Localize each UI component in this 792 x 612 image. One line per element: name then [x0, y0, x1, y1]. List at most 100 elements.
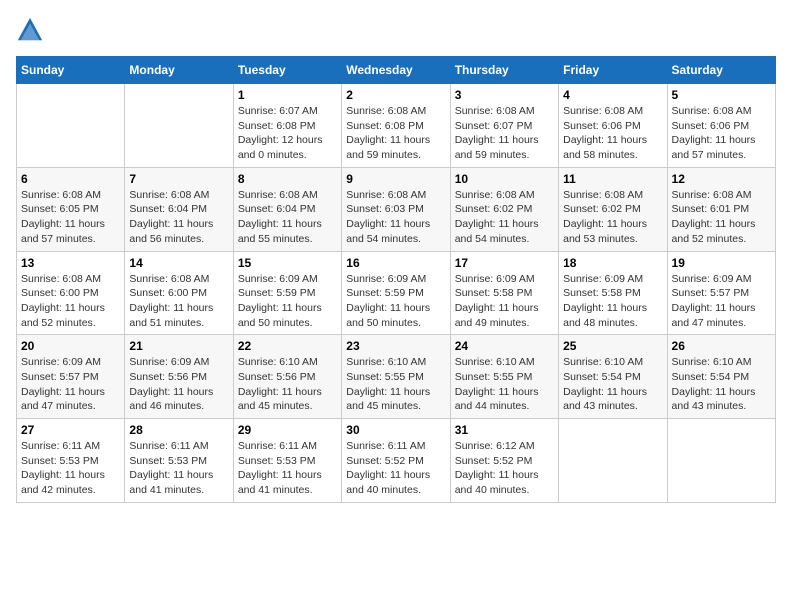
calendar-week-2: 6 Sunrise: 6:08 AM Sunset: 6:05 PM Daylig…: [17, 167, 776, 251]
calendar-cell: 25 Sunrise: 6:10 AM Sunset: 5:54 PM Dayli…: [559, 335, 667, 419]
calendar-cell: 20Sunrise: 6:09 AM Sunset: 5:57 PM Dayli…: [17, 335, 125, 419]
calendar-cell: 31Sunrise: 6:12 AM Sunset: 5:52 PM Dayli…: [450, 419, 558, 503]
day-number: 7: [129, 172, 228, 186]
day-number: 16: [346, 256, 445, 270]
day-detail: Sunrise: 6:09 AM Sunset: 5:59 PM Dayligh…: [238, 272, 337, 331]
day-number: 14: [129, 256, 228, 270]
calendar-cell: [559, 419, 667, 503]
logo: [16, 16, 48, 44]
calendar-cell: 26 Sunrise: 6:10 AM Sunset: 5:54 PM Dayli…: [667, 335, 775, 419]
day-detail: Sunrise: 6:09 AM Sunset: 5:57 PM Dayligh…: [672, 272, 771, 331]
calendar-cell: 10 Sunrise: 6:08 AM Sunset: 6:02 PM Dayli…: [450, 167, 558, 251]
calendar-cell: 4 Sunrise: 6:08 AM Sunset: 6:06 PM Daylig…: [559, 84, 667, 168]
calendar-header: SundayMondayTuesdayWednesdayThursdayFrid…: [17, 57, 776, 84]
day-number: 11: [563, 172, 662, 186]
calendar-cell: 3 Sunrise: 6:08 AM Sunset: 6:07 PM Daylig…: [450, 84, 558, 168]
day-number: 23: [346, 339, 445, 353]
calendar-cell: 28 Sunrise: 6:11 AM Sunset: 5:53 PM Dayli…: [125, 419, 233, 503]
day-number: 24: [455, 339, 554, 353]
day-detail: Sunrise: 6:11 AM Sunset: 5:53 PM Dayligh…: [238, 439, 337, 498]
day-of-week-wednesday: Wednesday: [342, 57, 450, 84]
day-number: 30: [346, 423, 445, 437]
day-number: 5: [672, 88, 771, 102]
day-detail: Sunrise: 6:09 AM Sunset: 5:56 PM Dayligh…: [129, 355, 228, 414]
day-number: 4: [563, 88, 662, 102]
day-number: 6: [21, 172, 120, 186]
calendar-cell: 24 Sunrise: 6:10 AM Sunset: 5:55 PM Dayli…: [450, 335, 558, 419]
day-detail: Sunrise: 6:08 AM Sunset: 6:06 PM Dayligh…: [563, 104, 662, 163]
day-detail: Sunrise: 6:09 AM Sunset: 5:58 PM Dayligh…: [455, 272, 554, 331]
calendar-cell: 17 Sunrise: 6:09 AM Sunset: 5:58 PM Dayli…: [450, 251, 558, 335]
day-detail: Sunrise: 6:09 AM Sunset: 5:58 PM Dayligh…: [563, 272, 662, 331]
day-detail: Sunrise: 6:08 AM Sunset: 6:02 PM Dayligh…: [455, 188, 554, 247]
calendar-cell: 27 Sunrise: 6:11 AM Sunset: 5:53 PM Dayli…: [17, 419, 125, 503]
day-number: 19: [672, 256, 771, 270]
day-detail: Sunrise: 6:08 AM Sunset: 6:03 PM Dayligh…: [346, 188, 445, 247]
calendar-cell: 30 Sunrise: 6:11 AM Sunset: 5:52 PM Dayli…: [342, 419, 450, 503]
day-number: 9: [346, 172, 445, 186]
day-detail: Sunrise: 6:11 AM Sunset: 5:53 PM Dayligh…: [129, 439, 228, 498]
day-number: 18: [563, 256, 662, 270]
day-detail: Sunrise: 6:09 AM Sunset: 5:57 PM Dayligh…: [21, 355, 120, 414]
calendar-cell: 5 Sunrise: 6:08 AM Sunset: 6:06 PM Daylig…: [667, 84, 775, 168]
calendar-cell: 16 Sunrise: 6:09 AM Sunset: 5:59 PM Dayli…: [342, 251, 450, 335]
calendar-cell: [125, 84, 233, 168]
calendar-cell: 6 Sunrise: 6:08 AM Sunset: 6:05 PM Daylig…: [17, 167, 125, 251]
calendar-table: SundayMondayTuesdayWednesdayThursdayFrid…: [16, 56, 776, 503]
calendar-cell: 1Sunrise: 6:07 AM Sunset: 6:08 PM Daylig…: [233, 84, 341, 168]
day-detail: Sunrise: 6:10 AM Sunset: 5:55 PM Dayligh…: [346, 355, 445, 414]
calendar-cell: [17, 84, 125, 168]
calendar-cell: 11 Sunrise: 6:08 AM Sunset: 6:02 PM Dayli…: [559, 167, 667, 251]
day-detail: Sunrise: 6:08 AM Sunset: 6:06 PM Dayligh…: [672, 104, 771, 163]
day-detail: Sunrise: 6:07 AM Sunset: 6:08 PM Dayligh…: [238, 104, 337, 163]
day-detail: Sunrise: 6:10 AM Sunset: 5:55 PM Dayligh…: [455, 355, 554, 414]
day-detail: Sunrise: 6:08 AM Sunset: 6:07 PM Dayligh…: [455, 104, 554, 163]
day-detail: Sunrise: 6:08 AM Sunset: 6:00 PM Dayligh…: [21, 272, 120, 331]
calendar-week-4: 20Sunrise: 6:09 AM Sunset: 5:57 PM Dayli…: [17, 335, 776, 419]
calendar-cell: 9 Sunrise: 6:08 AM Sunset: 6:03 PM Daylig…: [342, 167, 450, 251]
day-number: 13: [21, 256, 120, 270]
day-of-week-thursday: Thursday: [450, 57, 558, 84]
calendar-cell: 21 Sunrise: 6:09 AM Sunset: 5:56 PM Dayli…: [125, 335, 233, 419]
calendar-cell: 13 Sunrise: 6:08 AM Sunset: 6:00 PM Dayli…: [17, 251, 125, 335]
day-detail: Sunrise: 6:08 AM Sunset: 6:04 PM Dayligh…: [238, 188, 337, 247]
day-number: 28: [129, 423, 228, 437]
day-number: 22: [238, 339, 337, 353]
day-number: 25: [563, 339, 662, 353]
calendar-cell: 18 Sunrise: 6:09 AM Sunset: 5:58 PM Dayli…: [559, 251, 667, 335]
calendar-cell: 2 Sunrise: 6:08 AM Sunset: 6:08 PM Daylig…: [342, 84, 450, 168]
day-number: 21: [129, 339, 228, 353]
day-of-week-saturday: Saturday: [667, 57, 775, 84]
day-detail: Sunrise: 6:08 AM Sunset: 6:05 PM Dayligh…: [21, 188, 120, 247]
day-of-week-monday: Monday: [125, 57, 233, 84]
day-number: 10: [455, 172, 554, 186]
calendar-week-3: 13 Sunrise: 6:08 AM Sunset: 6:00 PM Dayli…: [17, 251, 776, 335]
calendar-cell: 29Sunrise: 6:11 AM Sunset: 5:53 PM Dayli…: [233, 419, 341, 503]
day-detail: Sunrise: 6:12 AM Sunset: 5:52 PM Dayligh…: [455, 439, 554, 498]
day-of-week-tuesday: Tuesday: [233, 57, 341, 84]
day-detail: Sunrise: 6:11 AM Sunset: 5:52 PM Dayligh…: [346, 439, 445, 498]
day-number: 3: [455, 88, 554, 102]
day-detail: Sunrise: 6:09 AM Sunset: 5:59 PM Dayligh…: [346, 272, 445, 331]
day-number: 27: [21, 423, 120, 437]
day-of-week-friday: Friday: [559, 57, 667, 84]
calendar-week-5: 27 Sunrise: 6:11 AM Sunset: 5:53 PM Dayli…: [17, 419, 776, 503]
day-number: 17: [455, 256, 554, 270]
day-of-week-sunday: Sunday: [17, 57, 125, 84]
day-detail: Sunrise: 6:10 AM Sunset: 5:54 PM Dayligh…: [563, 355, 662, 414]
day-detail: Sunrise: 6:08 AM Sunset: 6:02 PM Dayligh…: [563, 188, 662, 247]
calendar-week-1: 1Sunrise: 6:07 AM Sunset: 6:08 PM Daylig…: [17, 84, 776, 168]
day-detail: Sunrise: 6:08 AM Sunset: 6:08 PM Dayligh…: [346, 104, 445, 163]
page-header: [16, 16, 776, 44]
day-detail: Sunrise: 6:08 AM Sunset: 6:04 PM Dayligh…: [129, 188, 228, 247]
day-detail: Sunrise: 6:08 AM Sunset: 6:00 PM Dayligh…: [129, 272, 228, 331]
logo-icon: [16, 16, 44, 44]
day-detail: Sunrise: 6:11 AM Sunset: 5:53 PM Dayligh…: [21, 439, 120, 498]
calendar-cell: 7 Sunrise: 6:08 AM Sunset: 6:04 PM Daylig…: [125, 167, 233, 251]
calendar-cell: 14 Sunrise: 6:08 AM Sunset: 6:00 PM Dayli…: [125, 251, 233, 335]
day-detail: Sunrise: 6:10 AM Sunset: 5:54 PM Dayligh…: [672, 355, 771, 414]
day-number: 2: [346, 88, 445, 102]
day-number: 26: [672, 339, 771, 353]
calendar-cell: 8Sunrise: 6:08 AM Sunset: 6:04 PM Daylig…: [233, 167, 341, 251]
calendar-cell: 15Sunrise: 6:09 AM Sunset: 5:59 PM Dayli…: [233, 251, 341, 335]
